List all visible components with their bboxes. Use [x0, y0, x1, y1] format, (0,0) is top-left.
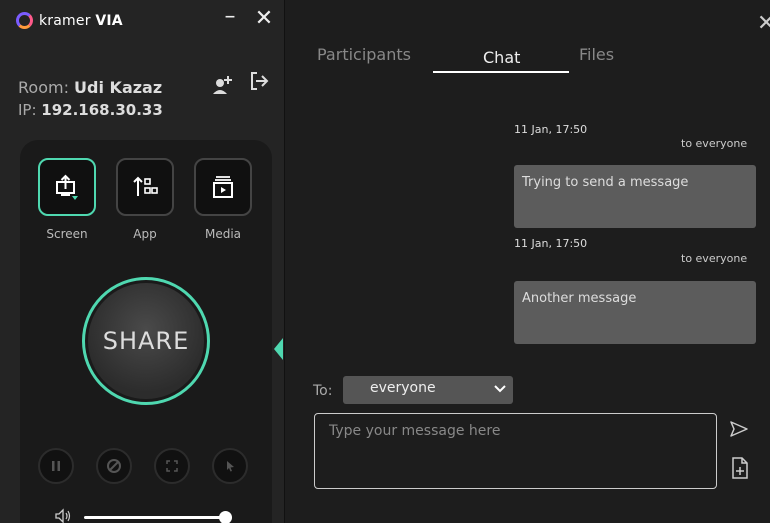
active-tab-indicator [433, 71, 569, 73]
message-bubble: Another message [514, 281, 756, 344]
media-icon [213, 176, 233, 198]
share-card: Screen App Media SHARE [20, 140, 272, 523]
media-source-label: Media [204, 227, 242, 241]
app-share-icon [133, 176, 158, 196]
ip-info: IP: 192.168.30.33 [18, 101, 163, 119]
message-time: 11 Jan, 17:50 [514, 237, 588, 250]
room-info: Room: Udi Kazaz [18, 78, 162, 97]
screen-source-button[interactable] [38, 158, 96, 216]
pointer-icon [227, 461, 234, 472]
chat-panel: ✕ Participants Chat Files 11 Jan, 17:50 … [285, 0, 770, 523]
fullscreen-button[interactable] [154, 448, 190, 484]
minimize-button[interactable]: – [218, 6, 242, 28]
fullscreen-icon [166, 460, 178, 472]
room-name: Udi Kazaz [74, 78, 163, 97]
volume-slider[interactable] [84, 516, 232, 519]
message-bubble: Trying to send a message [514, 165, 756, 228]
screen-source-label: Screen [46, 227, 88, 241]
logo: kramer VIA [16, 12, 123, 29]
app-source-label: App [133, 227, 157, 241]
tab-chat[interactable]: Chat [483, 48, 520, 67]
ip-address: 192.168.30.33 [41, 101, 163, 119]
stop-icon [107, 459, 121, 473]
message-recipient: to everyone [681, 252, 748, 265]
stop-button[interactable] [96, 448, 132, 484]
send-icon[interactable] [729, 419, 749, 439]
media-source-button[interactable] [194, 158, 252, 216]
pointer-button[interactable] [212, 448, 248, 484]
app-source-button[interactable] [116, 158, 174, 216]
ip-label: IP: [18, 101, 42, 119]
title-bar: kramer VIA – ✕ [0, 0, 284, 40]
volume-icon[interactable] [54, 508, 72, 523]
pause-button[interactable] [38, 448, 74, 484]
add-user-icon[interactable] [212, 74, 234, 96]
logo-prefix: kramer [39, 12, 91, 29]
kramer-logo-icon [16, 12, 33, 29]
exit-icon[interactable] [248, 70, 270, 92]
recipient-select[interactable]: everyone [343, 376, 513, 404]
message-time: 11 Jan, 17:50 [514, 123, 588, 136]
to-label: To: [313, 383, 333, 399]
tab-participants[interactable]: Participants [317, 45, 411, 64]
volume-slider-handle[interactable] [218, 511, 232, 523]
message-input[interactable] [314, 413, 717, 489]
room-label: Room: [18, 78, 75, 97]
tab-files[interactable]: Files [579, 45, 614, 64]
collapse-arrow-icon[interactable] [274, 338, 283, 360]
message-recipient: to everyone [681, 137, 748, 150]
close-panel-button[interactable]: ✕ [757, 13, 770, 35]
share-ring: SHARE [82, 277, 210, 405]
share-button[interactable]: SHARE [88, 283, 204, 399]
logo-suffix: VIA [95, 12, 123, 29]
screen-share-icon [56, 174, 78, 200]
chevron-down-icon[interactable] [494, 385, 506, 393]
pause-icon [52, 461, 60, 471]
left-panel: kramer VIA – ✕ Room: Udi Kazaz IP: 192.1… [0, 0, 284, 523]
attach-file-icon[interactable] [730, 456, 750, 480]
close-window-button[interactable]: ✕ [252, 8, 276, 30]
